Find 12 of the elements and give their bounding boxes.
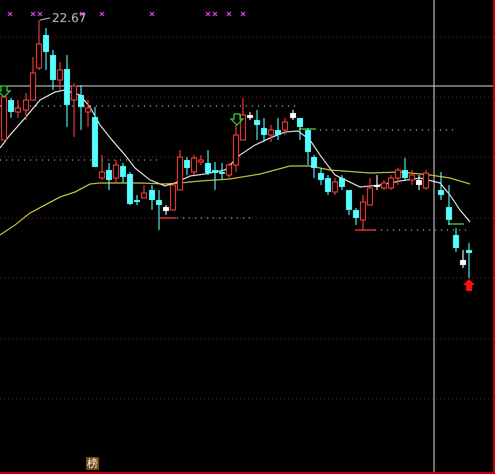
support-line: [355, 229, 375, 231]
high-price-label: 22.67: [52, 11, 86, 25]
candlestick: [438, 172, 444, 200]
support-line: [160, 217, 176, 219]
resistance-line: [299, 128, 316, 130]
ranking-badge: 榜: [86, 457, 99, 470]
down-arrow-icon: [0, 85, 12, 98]
candlestick: [446, 184, 452, 226]
up-arrow-icon: [463, 279, 475, 291]
down-arrow-icon: [230, 113, 244, 126]
leader-line: [40, 18, 50, 20]
support-line: [448, 223, 464, 225]
